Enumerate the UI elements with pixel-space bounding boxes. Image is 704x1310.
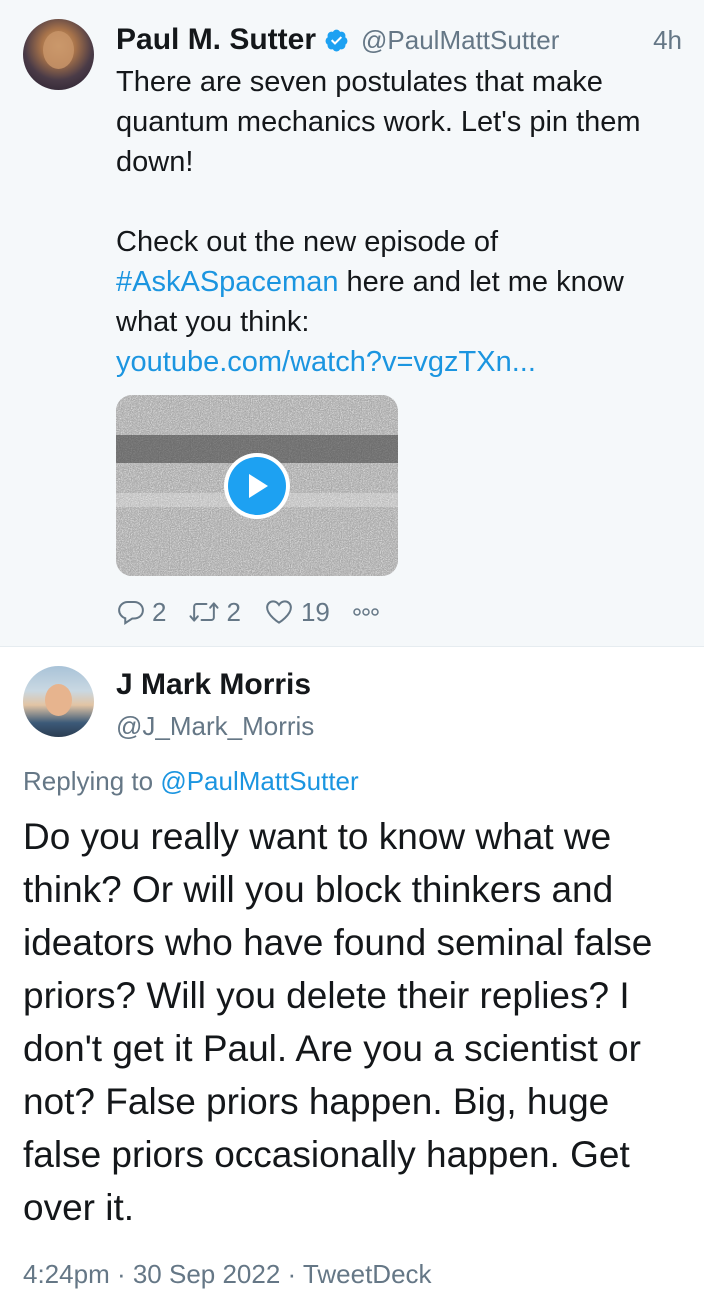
verified-badge-icon: [324, 28, 349, 53]
tweet-time[interactable]: 4h: [653, 25, 682, 56]
author-name[interactable]: Paul M. Sutter: [116, 23, 316, 57]
tweet-text: There are seven postulates that make qua…: [116, 62, 691, 382]
like-count: 19: [300, 596, 330, 627]
parent-tweet[interactable]: Paul M. Sutter @PaulMattSutter 4h There …: [0, 0, 704, 647]
tweet-meta[interactable]: 4:24pm · 30 Sep 2022 · TweetDeck: [23, 1259, 432, 1290]
reply-action[interactable]: 2: [116, 597, 166, 628]
author-handle[interactable]: @PaulMattSutter: [361, 25, 559, 56]
replying-to-line: Replying to @PaulMattSutter: [23, 766, 359, 797]
retweet-icon: [189, 602, 219, 622]
like-action[interactable]: 19: [263, 597, 330, 628]
video-thumbnail[interactable]: [116, 395, 398, 576]
reply-tweet-text: Do you really want to know what we think…: [23, 816, 653, 1228]
play-button[interactable]: [224, 453, 290, 519]
reply-author-avatar[interactable]: [23, 666, 94, 737]
more-dots-icon: [353, 608, 379, 616]
retweet-count: 2: [226, 596, 241, 627]
reply-icon: [118, 601, 144, 625]
hashtag-link[interactable]: #AskASpaceman: [116, 266, 338, 298]
retweet-action[interactable]: 2: [188, 596, 241, 628]
author-avatar[interactable]: [23, 19, 94, 90]
reply-count: 2: [152, 596, 167, 627]
tweet-text-intro: There are seven postulates that make qua…: [116, 66, 649, 178]
play-icon: [228, 457, 286, 515]
reply-author-name[interactable]: J Mark Morris: [116, 668, 311, 702]
replying-to-handle-link[interactable]: @PaulMattSutter: [160, 766, 358, 796]
tweet-text-before-hashtag: Check out the new episode of: [116, 226, 507, 258]
tweet-header: Paul M. Sutter @PaulMattSutter 4h: [116, 22, 682, 58]
reply-author-handle[interactable]: @J_Mark_Morris: [116, 711, 314, 742]
replying-to-label: Replying to: [23, 766, 161, 796]
heart-icon: [266, 600, 292, 624]
tweet-actions: 2 2 19: [116, 592, 402, 632]
youtube-link[interactable]: youtube.com/watch?v=vgzTXn...: [116, 346, 536, 378]
more-action[interactable]: [352, 606, 380, 618]
